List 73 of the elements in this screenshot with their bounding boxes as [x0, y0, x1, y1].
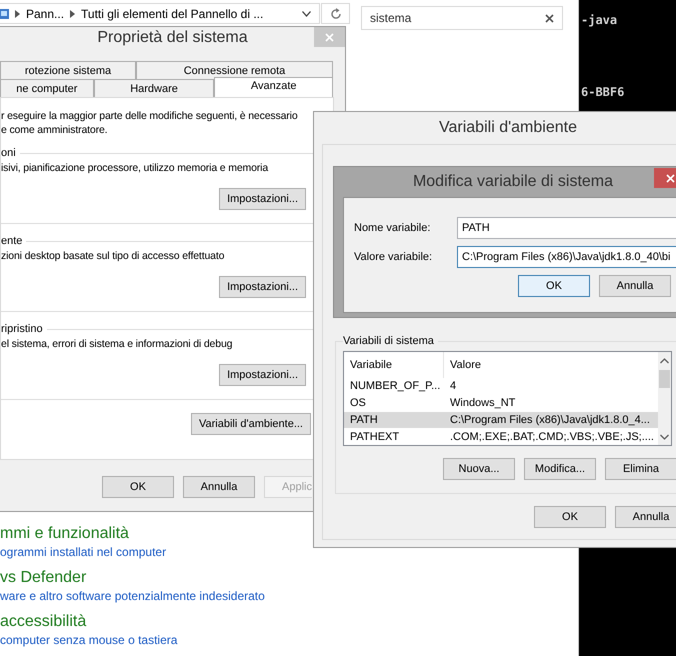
variable-value: 4 [449, 380, 458, 392]
group-title: ripristino [1, 323, 44, 335]
chevron-icon [15, 10, 20, 18]
window-title: Variabili d'ambiente [439, 119, 577, 137]
group-title: oni [1, 147, 17, 159]
refresh-button[interactable] [321, 3, 350, 24]
column-header[interactable]: Variabile [344, 352, 444, 378]
dialog-button[interactable]: Annulla [615, 506, 676, 528]
list-row[interactable]: NUMBER_OF_P... 4 [344, 378, 658, 395]
variable-value: C:\Program Files (x86)\Java\jdk1.8.0_4... [449, 414, 651, 426]
variable-name: PATH [349, 414, 379, 426]
variable-name: NUMBER_OF_P... [349, 380, 442, 392]
column-header[interactable]: Valore [444, 359, 658, 371]
window-title: Proprietà del sistema [97, 29, 248, 47]
variable-name: OS [349, 397, 367, 410]
scroll-up-icon[interactable] [660, 358, 669, 364]
link-description[interactable]: ware e altro software potenzialmente indesiderato [0, 588, 265, 604]
input-field[interactable]: C:\Program Files (x86)\Java\jdk1.8.0_40\bi [457, 246, 676, 268]
tab[interactable]: Avanzate [214, 77, 333, 97]
variable-name: PATHEXT [349, 430, 400, 443]
list-action-button[interactable]: Elimina [605, 458, 676, 480]
dialog-button[interactable]: OK [518, 275, 590, 297]
link-title[interactable]: vs Defender [0, 568, 265, 588]
field-label: Nome variabile: [354, 222, 432, 234]
close-icon [666, 174, 675, 182]
clear-icon[interactable] [545, 14, 554, 22]
link-description[interactable]: ogrammi installati nel computer [0, 544, 265, 560]
link-title[interactable]: accessibilità [0, 612, 265, 632]
dialog-button[interactable]: OK [102, 476, 174, 498]
tab[interactable]: rotezione sistema [0, 61, 136, 79]
dialog-button[interactable]: Annulla [183, 476, 255, 498]
tab[interactable]: ne computer [0, 79, 94, 97]
variable-value: .COM;.EXE;.BAT;.CMD;.VBS;.VBE;.JS;.... [449, 430, 655, 443]
list-row[interactable]: PATHEXT .COM;.EXE;.BAT;.CMD;.VBS;.VBE;.JS;.... [344, 428, 658, 445]
settings-button[interactable]: Impostazioni... [219, 276, 306, 298]
dropdown-icon[interactable] [302, 10, 311, 16]
settings-button[interactable]: Impostazioni... [219, 364, 306, 386]
link-title[interactable]: mmi e funzionalità [0, 524, 265, 544]
terminal-text: 6-BBF6 [581, 84, 626, 100]
group-title: ente [1, 235, 24, 247]
list-row[interactable]: PATH C:\Program Files (x86)\Java\jdk1.8.0_4... [344, 412, 658, 428]
field-label: Valore variabile: [354, 251, 434, 263]
list-action-button[interactable]: Nuova... [443, 458, 515, 480]
environment-variables-button[interactable]: Variabili d'ambiente... [190, 413, 311, 435]
input-field[interactable]: PATH [457, 217, 676, 239]
refresh-icon [330, 8, 342, 20]
chevron-icon [70, 10, 76, 18]
list-action-button[interactable]: Modifica... [524, 458, 596, 480]
dialog-button[interactable]: Annulla [599, 275, 671, 297]
link-description[interactable]: computer senza mouse o tastiera [0, 632, 265, 648]
group-description: zioni desktop basate sul tipo di accesso effettuato [1, 249, 226, 263]
dialog-button: Applic [264, 476, 312, 498]
list-row[interactable]: OS Windows_NT [344, 394, 658, 412]
search-field[interactable]: sistema [361, 6, 563, 30]
terminal-text: -java [581, 12, 618, 28]
intro-text: r eseguire la maggior parte delle modifiche seguenti, è necessario [1, 109, 299, 123]
scrollbar[interactable] [658, 352, 671, 445]
group-description: el sistema, errori di sistema e informazioni di debug [1, 337, 234, 351]
group-description: isivi, pianificazione processore, utilizzo memoria e memoria [1, 161, 270, 175]
dialog-button[interactable]: OK [534, 506, 606, 528]
tab[interactable]: Hardware [94, 79, 214, 97]
control-panel-icon [0, 8, 9, 20]
breadcrumb[interactable]: Pann... [26, 6, 64, 20]
breadcrumb[interactable]: Tutti gli elementi del Pannello di ... [81, 6, 264, 20]
window-title: Modifica variabile di sistema [412, 173, 614, 191]
settings-button[interactable]: Impostazioni... [219, 188, 306, 210]
tab[interactable]: Connessione remota [136, 61, 333, 79]
close-icon [325, 32, 334, 42]
intro-text: e come amministratore. [1, 123, 108, 137]
variable-value: Windows_NT [449, 397, 516, 410]
scroll-down-icon[interactable] [660, 434, 669, 440]
scrollbar-thumb[interactable] [659, 370, 670, 388]
group-title: Variabili di sistema [343, 335, 435, 347]
